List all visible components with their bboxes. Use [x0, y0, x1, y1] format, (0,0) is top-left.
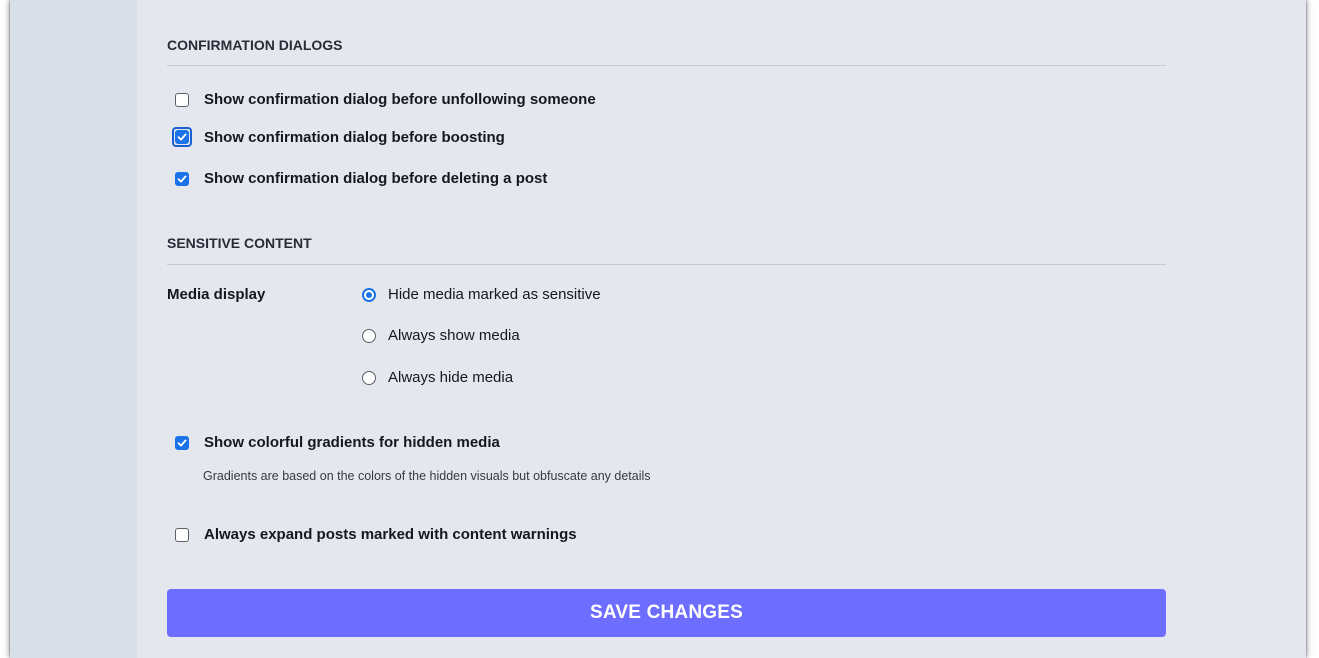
option-label: Always expand posts marked with content …	[204, 526, 577, 543]
save-changes-button[interactable]: SAVE CHANGES	[167, 589, 1166, 637]
media-display-label: Media display	[167, 286, 266, 303]
option-confirm-boost[interactable]: Show confirmation dialog before boosting	[167, 127, 505, 147]
radio-label: Hide media marked as sensitive	[388, 286, 601, 303]
settings-window: CONFIRMATION DIALOGS Show confirmation d…	[10, 0, 1306, 658]
radio-option-always-hide[interactable]: Always hide media	[362, 369, 513, 386]
checkbox-focus-ring[interactable]	[172, 127, 192, 147]
check-icon	[177, 133, 187, 141]
gradients-hint: Gradients are based on the colors of the…	[203, 469, 651, 483]
checkbox-colorful-gradients[interactable]	[175, 435, 189, 450]
checkbox-confirm-boost[interactable]	[175, 130, 189, 144]
option-label: Show colorful gradients for hidden media	[204, 434, 500, 451]
check-icon	[177, 439, 187, 446]
radio-option-always-show[interactable]: Always show media	[362, 327, 520, 344]
radio-hide-sensitive[interactable]	[362, 287, 376, 302]
option-label: Show confirmation dialog before boosting	[204, 128, 505, 146]
checkbox-confirm-delete[interactable]	[175, 171, 189, 186]
checkbox-confirm-unfollow[interactable]	[175, 92, 189, 107]
option-label: Show confirmation dialog before unfollow…	[204, 91, 596, 108]
option-expand-content-warnings[interactable]: Always expand posts marked with content …	[167, 526, 577, 543]
check-icon	[177, 175, 187, 182]
option-label: Show confirmation dialog before deleting…	[204, 170, 548, 187]
radio-always-hide[interactable]	[362, 370, 376, 385]
section-title-sensitive-content: SENSITIVE CONTENT	[167, 235, 312, 251]
radio-label: Always hide media	[388, 369, 514, 386]
sidebar	[10, 0, 137, 658]
option-confirm-unfollow[interactable]: Show confirmation dialog before unfollow…	[167, 91, 596, 108]
divider	[167, 65, 1166, 66]
checkbox-expand-content-warnings[interactable]	[175, 527, 189, 542]
section-title-confirmation-dialogs: CONFIRMATION DIALOGS	[167, 37, 343, 53]
radio-always-show[interactable]	[362, 328, 376, 343]
option-confirm-delete[interactable]: Show confirmation dialog before deleting…	[167, 170, 547, 187]
divider	[167, 264, 1166, 265]
option-colorful-gradients[interactable]: Show colorful gradients for hidden media	[167, 434, 500, 451]
radio-label: Always show media	[388, 327, 520, 344]
radio-option-hide-sensitive[interactable]: Hide media marked as sensitive	[362, 286, 601, 303]
